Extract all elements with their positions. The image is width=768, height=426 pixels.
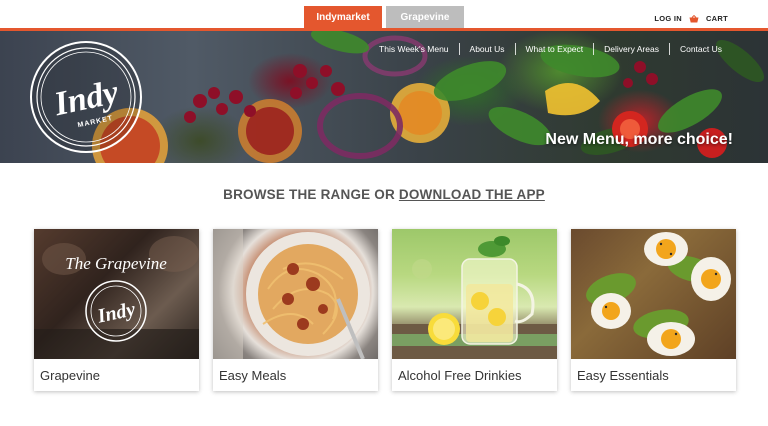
grapevine-photo: The Grapevine Indy [34, 229, 199, 359]
grapevine-image: The Grapevine Indy [34, 229, 199, 359]
cart-link[interactable]: CART [706, 14, 728, 23]
easy-meals-image [213, 229, 378, 359]
lemonade-photo [392, 236, 557, 359]
card-drinks-label: Alcohol Free Drinkies [398, 367, 522, 383]
hero-tagline: New Menu, more choice! [545, 131, 733, 148]
card-easy-meals-label: Easy Meals [219, 367, 287, 383]
indymarket-logo[interactable]: Indy MARKET [28, 39, 144, 155]
easy-essentials-image [571, 229, 736, 359]
category-cards: The Grapevine Indy Grapevine Easy Meals … [34, 229, 736, 391]
nav-this-weeks-menu[interactable]: This Week's Menu [369, 43, 459, 55]
nav-delivery-areas[interactable]: Delivery Areas [593, 43, 669, 55]
card-grapevine-label: Grapevine [40, 367, 100, 383]
nav-contact-us[interactable]: Contact Us [668, 43, 732, 55]
easy-meals-photo [213, 229, 370, 359]
browse-heading: BROWSE THE RANGE OR DOWNLOAD THE APP [0, 187, 768, 202]
browse-prefix: BROWSE THE RANGE OR [223, 187, 399, 202]
download-app-link[interactable]: DOWNLOAD THE APP [399, 187, 545, 202]
card-grapevine[interactable]: The Grapevine Indy Grapevine [34, 229, 199, 391]
nav-about-us[interactable]: About Us [458, 43, 515, 55]
top-bar: Indymarket Grapevine LOG IN CART [0, 0, 768, 32]
login-link[interactable]: LOG IN [654, 14, 682, 23]
grapevine-overlay-title: The Grapevine [65, 254, 167, 273]
card-easy-essentials-label: Easy Essentials [577, 367, 669, 383]
card-alcohol-free-drinkies[interactable]: Alcohol Free Drinkies [392, 229, 557, 391]
main-nav: This Week's Menu About Us What to Expect… [369, 43, 732, 55]
card-easy-essentials[interactable]: Easy Essentials [571, 229, 736, 391]
site-tab-indymarket[interactable]: Indymarket [304, 6, 382, 29]
nav-what-to-expect[interactable]: What to Expect [514, 43, 594, 55]
hero-banner: Indy MARKET This Week's Menu About Us Wh… [0, 31, 768, 163]
account-links: LOG IN CART [654, 14, 728, 23]
card-easy-meals[interactable]: Easy Meals [213, 229, 378, 391]
drinks-image [392, 229, 557, 359]
avocado-toast-photo [586, 232, 731, 356]
basket-icon[interactable] [689, 14, 699, 23]
site-tab-grapevine[interactable]: Grapevine [386, 6, 464, 29]
